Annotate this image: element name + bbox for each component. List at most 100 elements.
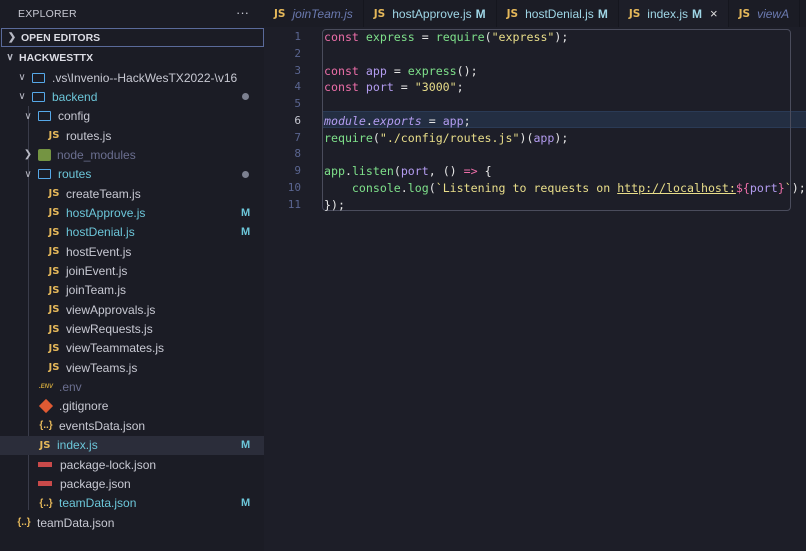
- tree-item[interactable]: ❯ node_modules: [0, 145, 264, 164]
- tree-item[interactable]: {..} teamData.json M: [0, 494, 264, 513]
- line-number: 9: [294, 164, 301, 177]
- code-token: const: [324, 63, 359, 78]
- workspace-section[interactable]: ∨ HACKWESTTX: [0, 48, 264, 67]
- chevron-down-icon[interactable]: ∨: [16, 72, 28, 83]
- tree-item[interactable]: JS viewTeammates.js: [0, 339, 264, 358]
- editor-tabs: JS joinTeam.js JS hostApprove.js M JS hostDeni…: [264, 0, 806, 27]
- code-token: =>: [463, 164, 478, 178]
- tree-item-label: viewApprovals.js: [66, 302, 156, 317]
- code-token: =: [386, 63, 408, 78]
- tree-item-label: index.js: [57, 438, 98, 453]
- code-token: express: [407, 63, 457, 78]
- tree-item-label: joinEvent.js: [66, 264, 128, 278]
- tree-item[interactable]: JS hostApprove.js M: [0, 203, 264, 222]
- tree-item[interactable]: JS createTeam.js: [0, 184, 264, 203]
- tree-item[interactable]: JS routes.js: [0, 126, 264, 145]
- tree-item-label: viewRequests.js: [66, 322, 153, 337]
- code-token: port: [749, 180, 778, 195]
- workspace-label: HACKWESTTX: [19, 51, 94, 64]
- code-token: );: [554, 130, 569, 145]
- tree-item[interactable]: package-lock.json: [0, 455, 264, 474]
- code-token: .: [365, 113, 373, 128]
- code-token: exports: [372, 113, 422, 128]
- javascript-file-icon: JS: [48, 188, 60, 200]
- javascript-file-icon: JS: [628, 7, 641, 20]
- code-token: log: [407, 180, 429, 195]
- tree-item[interactable]: JS viewTeams.js: [0, 358, 264, 377]
- json-file-icon: {..}: [17, 517, 31, 529]
- chevron-right-icon[interactable]: ❯: [22, 149, 34, 160]
- tab-viewa[interactable]: JS viewA: [729, 0, 801, 27]
- code-line[interactable]: const express = require("express");: [324, 30, 568, 44]
- close-icon[interactable]: ×: [710, 6, 718, 21]
- chevron-down-icon[interactable]: ∨: [22, 169, 34, 180]
- tree-item[interactable]: JS index.js M: [0, 435, 264, 455]
- tab-index-js[interactable]: JS index.js M ×: [618, 0, 729, 27]
- tab-hostapprove-js[interactable]: JS hostApprove.js M: [364, 0, 497, 27]
- line-number: 3: [294, 63, 301, 77]
- line-number: 2: [294, 46, 301, 60]
- tree-item[interactable]: JS joinTeam.js: [0, 281, 264, 300]
- tree-item[interactable]: ∨ .vs\Invenio--HackWesTX2022-\v16: [0, 68, 264, 87]
- tree-item-label: .env: [59, 380, 82, 395]
- code-line[interactable]: });: [324, 198, 345, 212]
- tree-item[interactable]: JS viewApprovals.js: [0, 300, 264, 319]
- tab-jointeam-js[interactable]: JS joinTeam.js: [264, 0, 364, 27]
- tree-item[interactable]: JS hostEvent.js: [0, 242, 264, 261]
- tree-item[interactable]: JS hostDenial.js M: [0, 223, 264, 242]
- tree-item-label: .vs\Invenio--HackWesTX2022-\v16: [52, 70, 238, 85]
- tab-label: hostApprove.js: [392, 6, 472, 21]
- tree-item[interactable]: ∨ routes: [0, 165, 264, 184]
- code-line[interactable]: const port = "3000";: [324, 80, 464, 94]
- line-number: 5: [294, 97, 301, 110]
- tab-hostdenial-js[interactable]: JS hostDenial.js M: [497, 0, 619, 27]
- code-token: "express": [491, 30, 555, 44]
- explorer-sidebar: EXPLORER ··· ❯ OPEN EDITORS ∨ HACKWESTTX…: [0, 0, 264, 551]
- code-line[interactable]: app.listen(port, () => {: [324, 164, 492, 178]
- npm-file-icon: [38, 462, 52, 467]
- explorer-title: EXPLORER: [18, 7, 77, 20]
- tree-item[interactable]: {..} eventsData.json: [0, 416, 264, 435]
- tree-item-label: package.json: [60, 476, 131, 491]
- code-line[interactable]: const app = express();: [324, 64, 478, 78]
- chevron-down-icon[interactable]: ∨: [22, 111, 34, 122]
- code-token: app: [324, 164, 345, 178]
- code-line[interactable]: require("./config/routes.js")(app);: [324, 131, 568, 145]
- tree-item[interactable]: JS viewRequests.js: [0, 320, 264, 339]
- chevron-down-icon[interactable]: ∨: [16, 91, 28, 102]
- code-token: port: [400, 164, 429, 178]
- javascript-file-icon: JS: [48, 323, 60, 335]
- javascript-file-icon: JS: [39, 439, 51, 451]
- tab-label: hostDenial.js: [525, 6, 594, 21]
- git-status-badge: M: [241, 497, 251, 510]
- javascript-file-icon: JS: [48, 265, 60, 277]
- tab-modified-badge: M: [475, 6, 486, 21]
- open-editors-section[interactable]: ❯ OPEN EDITORS: [1, 28, 264, 47]
- line-number: 10: [287, 180, 301, 194]
- tree-item-label: viewTeammates.js: [66, 341, 165, 356]
- line-number: 6: [294, 113, 301, 127]
- line-number: 7: [294, 130, 301, 144]
- more-actions-icon[interactable]: ···: [236, 5, 249, 20]
- tree-item[interactable]: package.json: [0, 474, 264, 493]
- code-token: `Listening to requests on: [435, 180, 618, 195]
- javascript-file-icon: JS: [738, 7, 751, 20]
- code-line[interactable]: module.exports = app;: [324, 114, 471, 128]
- javascript-file-icon: JS: [48, 207, 60, 219]
- tree-item[interactable]: ∨ backend: [0, 87, 264, 106]
- open-editors-label: OPEN EDITORS: [21, 31, 101, 44]
- code-token: (: [372, 130, 380, 145]
- code-editor[interactable]: 1 const express = require("express"); 2 3 co…: [264, 27, 806, 551]
- tree-item[interactable]: JS joinEvent.js: [0, 262, 264, 281]
- code-token: const: [324, 80, 359, 95]
- code-line[interactable]: console.log(`Listening to requests on ht…: [324, 181, 806, 195]
- code-token: =: [414, 30, 436, 44]
- tree-item[interactable]: .gitignore: [0, 397, 264, 416]
- code-token: "3000": [414, 80, 457, 95]
- tree-item[interactable]: .ENV .env: [0, 378, 264, 397]
- tree-item-label: teamData.json: [37, 515, 115, 530]
- tree-item[interactable]: ∨ config: [0, 107, 264, 126]
- tree-item[interactable]: {..} teamData.json: [0, 513, 264, 532]
